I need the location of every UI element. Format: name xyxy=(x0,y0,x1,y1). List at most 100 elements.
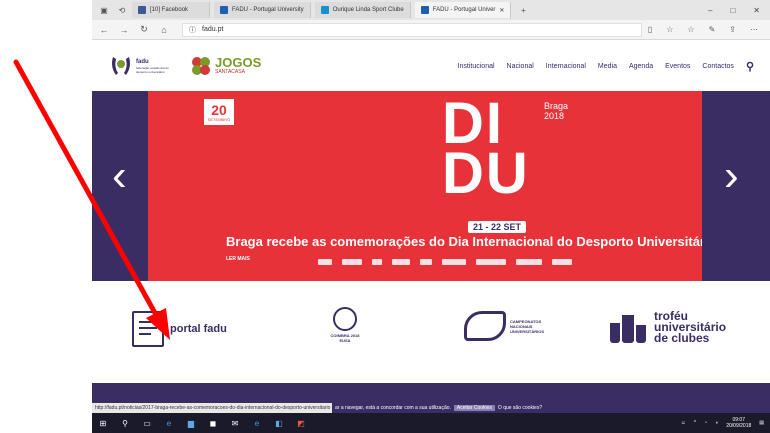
browser-actions: ▯ ☆ ☆ ✎ ⇪ ⋯ xyxy=(648,25,770,34)
trophy-icon xyxy=(610,313,648,343)
cnu-emblem-icon xyxy=(464,311,506,341)
fadu-logo-tagline: federação académica do desporto universi… xyxy=(136,65,169,74)
menu-institucional[interactable]: Institucional xyxy=(458,63,495,70)
tab-fadu-1[interactable]: FADU - Portugal University xyxy=(214,2,311,18)
maximize-icon[interactable]: □ xyxy=(730,6,735,15)
hero-slide[interactable]: 20 SETEMBRO DI DU Braga 2018 21 - 22 SET… xyxy=(148,91,702,281)
notes-icon[interactable]: ✎ xyxy=(709,25,716,34)
explorer-icon[interactable]: ▆ xyxy=(186,418,196,428)
fadu-emblem-icon xyxy=(112,57,130,75)
tab-fadu-active[interactable]: FADU - Portugal Univer ✕ xyxy=(414,2,512,18)
tab-label: FADU - Portugal University xyxy=(232,7,304,13)
badge-label: SETEMBRO xyxy=(207,116,231,122)
search-icon[interactable]: ⚲ xyxy=(746,60,754,73)
address-input[interactable]: ⓘ fadu.pt xyxy=(182,22,642,37)
tab-label: Ourique Linda Sport Clube xyxy=(332,7,404,13)
jogos-santacasa-logo[interactable]: JOGOS SANTACASA xyxy=(190,55,261,77)
trofeu-line: de clubes xyxy=(654,331,710,345)
tab-actions-icon[interactable]: ▣ xyxy=(98,4,110,16)
tab-ourique[interactable]: Ourique Linda Sport Clube xyxy=(314,2,411,18)
favorite-star-icon[interactable]: ☆ xyxy=(666,25,673,34)
url-text: fadu.pt xyxy=(202,26,224,33)
reading-view-icon[interactable]: ▯ xyxy=(648,25,652,34)
hero-carousel: ‹ › 20 SETEMBRO DI DU Braga 2018 21 - 22… xyxy=(92,91,770,281)
ie-icon[interactable]: e xyxy=(252,418,262,428)
address-bar-row: ← → ↻ ⌂ ⓘ fadu.pt ▯ ☆ ☆ ✎ ⇪ ⋯ xyxy=(92,20,770,40)
system-tray: ☺ ^ ◔ ◖ 09:07 20/09/2018 ▤ xyxy=(681,417,770,429)
site-info-icon[interactable]: ⓘ xyxy=(189,25,196,35)
cnu-label: CAMPEONATOS NACIONAIS UNIVERSITÁRIOS xyxy=(510,319,544,334)
network-icon[interactable]: ◔ xyxy=(704,420,707,426)
facebook-favicon-icon xyxy=(138,6,146,14)
minimize-icon[interactable]: – xyxy=(708,6,712,15)
jogos-title: JOGOS xyxy=(215,55,262,70)
status-bar: http://fadu.pt/noticias/2017-braga-receb… xyxy=(92,402,770,413)
hover-url: http://fadu.pt/noticias/2017-braga-receb… xyxy=(92,402,332,413)
people-icon[interactable]: ☺ xyxy=(681,420,686,426)
carousel-next-icon[interactable]: › xyxy=(724,151,739,201)
fadu-favicon-icon xyxy=(220,6,228,14)
cookie-notice: ar a navegar, está a concordar com a sua… xyxy=(335,404,451,411)
volume-icon[interactable]: ◖ xyxy=(715,420,718,426)
menu-agenda[interactable]: Agenda xyxy=(629,63,653,70)
coimbra-emblem-icon xyxy=(333,307,357,331)
menu-nacional[interactable]: Nacional xyxy=(507,63,534,70)
search-icon[interactable]: ⚲ xyxy=(120,418,130,428)
share-icon[interactable]: ⇪ xyxy=(729,25,736,34)
read-more-link[interactable]: LER MAIS xyxy=(226,256,250,262)
close-window-icon[interactable]: ✕ xyxy=(753,6,760,15)
task-view-icon[interactable]: ▭ xyxy=(142,418,152,428)
close-tab-icon[interactable]: ✕ xyxy=(499,7,504,14)
tray-up-icon[interactable]: ^ xyxy=(694,420,696,426)
coimbra-2018-link[interactable]: COIMBRA 2018 EUSA xyxy=(328,307,362,343)
mail-icon[interactable]: ✉ xyxy=(230,418,240,428)
menu-media[interactable]: Media xyxy=(598,63,617,70)
cookie-info-link[interactable]: O que são cookies? xyxy=(498,405,542,411)
new-tab-icon[interactable]: + xyxy=(517,4,529,16)
menu-eventos[interactable]: Eventos xyxy=(665,63,690,70)
refresh-icon[interactable]: ↻ xyxy=(136,24,152,35)
forward-icon[interactable]: → xyxy=(116,25,132,35)
portal-fadu-label: portal fadu xyxy=(170,323,227,335)
back-icon[interactable]: ← xyxy=(96,25,112,35)
portal-fadu-link[interactable]: portal fadu xyxy=(132,311,227,347)
accept-cookies-button[interactable]: Aceitar Cookies xyxy=(453,404,495,411)
home-icon[interactable]: ⌂ xyxy=(156,25,172,35)
anniversary-badge: 20 SETEMBRO xyxy=(204,99,234,125)
trofeu-link[interactable]: troféu universitário de clubes xyxy=(610,310,726,345)
hero-headline[interactable]: Braga recebe as comemorações do Dia Inte… xyxy=(226,234,702,249)
back-tabs-icon[interactable]: ⟲ xyxy=(116,4,128,16)
sponsor-logo xyxy=(420,259,432,265)
document-icon xyxy=(132,311,164,347)
site-header: fadu federação académica do desporto uni… xyxy=(92,41,770,91)
coimbra-label: COIMBRA 2018 EUSA xyxy=(330,333,360,343)
didu-title: DI DU xyxy=(442,95,530,203)
clock[interactable]: 09:07 20/09/2018 xyxy=(726,417,751,429)
carousel-prev-icon[interactable]: ‹ xyxy=(112,151,127,201)
menu-internacional[interactable]: Internacional xyxy=(546,63,586,70)
trofeu-label: troféu universitário de clubes xyxy=(654,310,726,345)
windows-start-icon[interactable]: ⊞ xyxy=(98,418,108,428)
services-row: portal fadu COIMBRA 2018 EUSA CAMPEONATO… xyxy=(92,281,770,383)
ourique-favicon-icon xyxy=(320,6,329,14)
tab-facebook[interactable]: [10] Facebook xyxy=(132,2,210,18)
edge-icon[interactable]: e xyxy=(164,418,174,428)
sponsor-logo xyxy=(318,259,332,265)
sponsor-logo xyxy=(552,259,572,265)
ppt-icon[interactable]: ◩ xyxy=(296,418,306,428)
sponsor-logo xyxy=(442,259,466,265)
store-icon[interactable]: ◼ xyxy=(208,418,218,428)
fadu-logo[interactable]: fadu federação académica do desporto uni… xyxy=(110,53,176,79)
notifications-icon[interactable]: ▤ xyxy=(759,420,764,426)
tab-label: FADU - Portugal Univer xyxy=(432,7,496,13)
more-icon[interactable]: ⋯ xyxy=(750,25,758,34)
sponsor-logo xyxy=(476,259,506,265)
favorites-hub-icon[interactable]: ☆ xyxy=(687,25,694,34)
menu-contactos[interactable]: Contactos xyxy=(702,63,734,70)
cnu-link[interactable]: CAMPEONATOS NACIONAIS UNIVERSITÁRIOS xyxy=(464,311,544,341)
windows-taskbar: ⊞ ⚲ ▭ e ▆ ◼ ✉ e ◧ ◩ ☺ ^ ◔ ◖ 09:07 20/09/… xyxy=(92,413,770,433)
clover-icon xyxy=(192,57,210,75)
cnu-line: UNIVERSITÁRIOS xyxy=(510,328,545,334)
clock-date: 20/09/2018 xyxy=(726,423,752,429)
app-icon[interactable]: ◧ xyxy=(274,418,284,428)
